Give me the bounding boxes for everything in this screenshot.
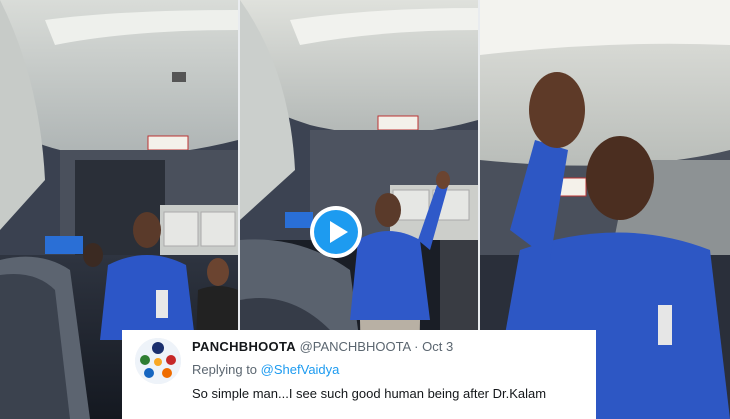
- avatar[interactable]: [135, 338, 181, 384]
- user-handle[interactable]: @PANCHBHOOTA: [300, 339, 411, 354]
- reply-context: Replying to @ShefVaidya: [192, 362, 339, 377]
- tweet-header: PANCHBHOOTA @PANCHBHOOTA · Oct 3: [192, 339, 453, 354]
- display-name[interactable]: PANCHBHOOTA: [192, 339, 296, 354]
- tweet-card: PANCHBHOOTA @PANCHBHOOTA · Oct 3 Replyin…: [122, 330, 596, 419]
- tweet-text: So simple man...I see such good human be…: [192, 386, 547, 401]
- play-button[interactable]: [310, 206, 362, 258]
- replying-label: Replying to: [192, 362, 258, 377]
- separator-dot: ·: [414, 339, 419, 354]
- tweet-date[interactable]: Oct 3: [422, 339, 453, 354]
- play-icon[interactable]: [314, 210, 358, 254]
- reply-mention-link[interactable]: @ShefVaidya: [261, 362, 340, 377]
